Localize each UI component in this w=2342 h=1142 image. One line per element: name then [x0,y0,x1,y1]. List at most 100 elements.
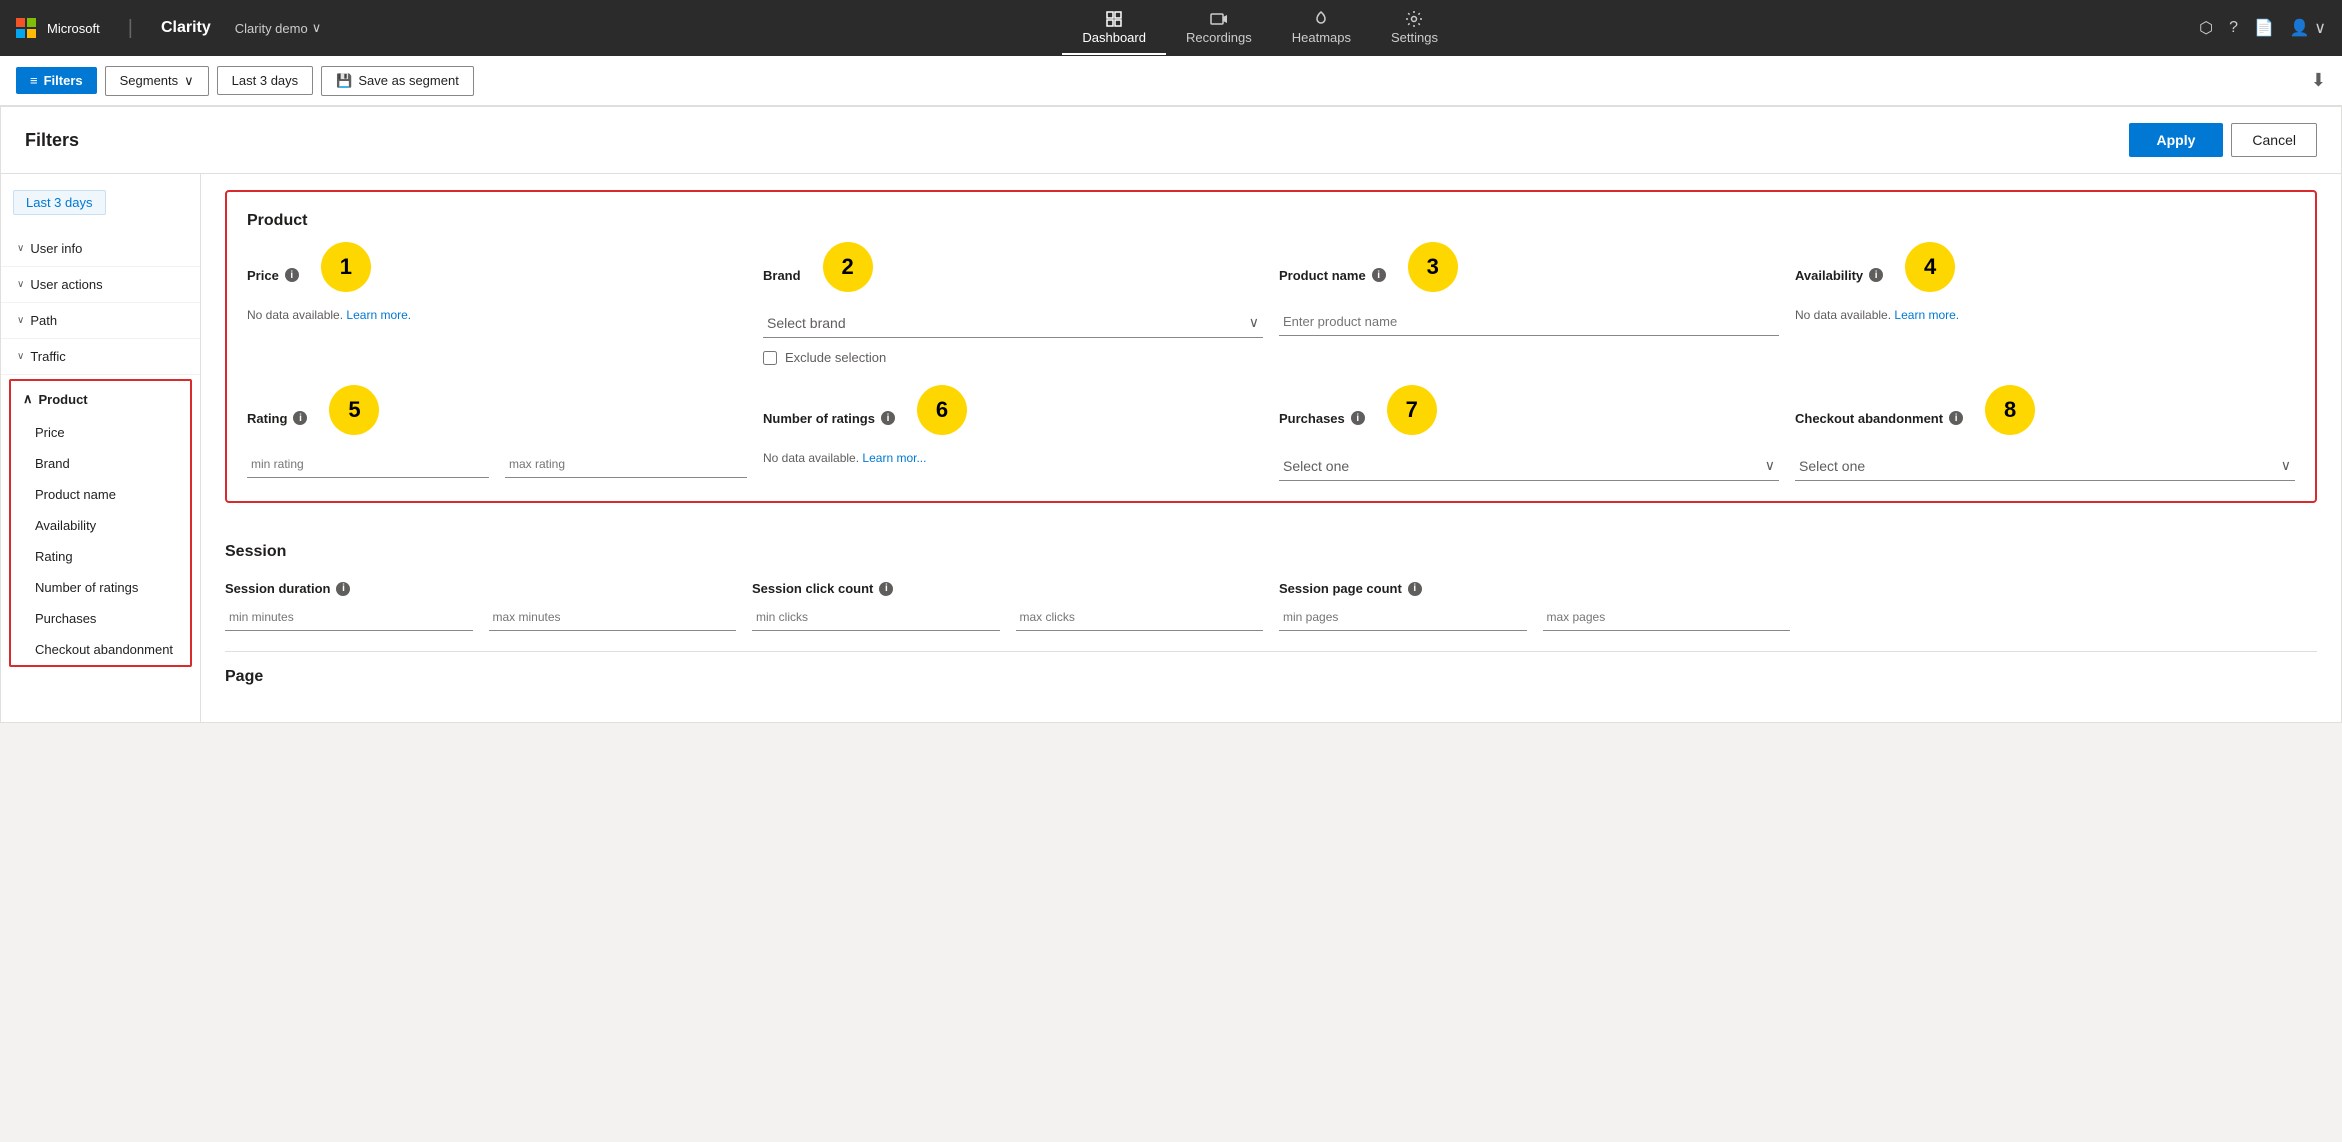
purchases-filter: Purchases i 7 Select one ∨ [1279,393,1779,481]
chevron-icon: ∨ [17,279,24,290]
number-of-ratings-no-data: No data available. Learn mor... [763,451,1263,465]
session-duration-max-input[interactable] [489,604,737,631]
availability-no-data: No data available. Learn more. [1795,308,2295,322]
price-info-icon[interactable]: i [285,268,299,282]
filters-main: Product Price i 1 No data available. Lea… [201,174,2341,722]
tab-dashboard[interactable]: Dashboard [1062,2,1166,55]
sidebar-item-brand[interactable]: Brand [11,448,190,479]
sidebar-item-rating[interactable]: Rating [11,541,190,572]
session-click-count-filter: Session click count i [752,581,1263,631]
chevron-icon: ∨ [17,315,24,326]
brand-filter: Brand 2 Select brand ∨ Exclude selection [763,250,1263,365]
date-badge[interactable]: Last 3 days [13,190,106,215]
filters-actions: Apply Cancel [2129,123,2317,157]
save-segment-button[interactable]: 💾 Save as segment [321,66,474,96]
number-of-ratings-filter: Number of ratings i 6 No data available.… [763,393,1263,481]
sidebar-item-path[interactable]: ∨ Path [1,303,200,338]
session-click-count-label: Session click count i [752,581,1263,596]
price-learn-more[interactable]: Learn more. [346,308,411,322]
sidebar-item-checkout-abandonment[interactable]: Checkout abandonment [11,634,190,665]
rating-filter: Rating i 5 [247,393,747,481]
session-page-range [1279,604,1790,631]
price-no-data: No data available. Learn more. [247,308,747,322]
product-name-label: Product name i 3 [1279,250,1779,300]
filters-sidebar: Last 3 days ∨ User info ∨ User actions ∨ [1,174,201,722]
profile-icon[interactable]: 👤 ∨ [2290,18,2326,38]
sidebar-item-purchases[interactable]: Purchases [11,603,190,634]
tab-recordings[interactable]: Recordings [1166,2,1272,55]
cancel-button[interactable]: Cancel [2231,123,2317,157]
brand-exclude-checkbox[interactable] [763,351,777,365]
rating-min-input[interactable] [247,451,489,478]
checkout-abandonment-info-icon[interactable]: i [1949,411,1963,425]
product-section-title: Product [247,212,2295,230]
availability-filter: Availability i 4 No data available. Lear… [1795,250,2295,365]
sidebar-item-user-info[interactable]: ∨ User info [1,231,200,266]
checkout-abandonment-filter: Checkout abandonment i 8 Select one ∨ [1795,393,2295,481]
rating-label: Rating i 5 [247,393,747,443]
filters-body: Last 3 days ∨ User info ∨ User actions ∨ [1,174,2341,722]
badge-3: 3 [1408,242,1458,292]
rating-max-input[interactable] [505,451,747,478]
product-name-input[interactable] [1279,308,1779,336]
number-of-ratings-info-icon[interactable]: i [881,411,895,425]
brand-chevron-icon: ∨ [1249,314,1259,331]
session-page-min-input[interactable] [1279,604,1527,631]
checkout-abandonment-select[interactable]: Select one ∨ [1795,451,2295,481]
session-click-max-input[interactable] [1016,604,1264,631]
session-section: Session Session duration i [225,523,2317,651]
sidebar-item-price[interactable]: Price [11,417,190,448]
badge-6: 6 [917,385,967,435]
microsoft-label: Microsoft [47,21,100,36]
download-button[interactable]: ⬇ [2311,70,2326,91]
session-section-title: Session [225,543,2317,561]
availability-learn-more[interactable]: Learn more. [1894,308,1959,322]
microsoft-logo: Microsoft [16,18,100,38]
price-filter: Price i 1 No data available. Learn more. [247,250,747,365]
session-duration-min-input[interactable] [225,604,473,631]
filters-button[interactable]: ≡ Filters [16,67,97,94]
share-icon[interactable]: ⬡ [2199,18,2213,38]
product-name-info-icon[interactable]: i [1372,268,1386,282]
tab-heatmaps[interactable]: Heatmaps [1272,2,1371,55]
demo-selector[interactable]: Clarity demo ∨ [235,20,321,36]
sidebar-item-product-name[interactable]: Product name [11,479,190,510]
sidebar-item-product[interactable]: ∧ Product [11,381,190,417]
brand-label: Brand 2 [763,250,1263,300]
badge-4: 4 [1905,242,1955,292]
filter-icon: ≡ [30,73,38,88]
checkout-abandonment-label: Checkout abandonment i 8 [1795,393,2295,443]
page-section: Page [225,651,2317,686]
purchases-info-icon[interactable]: i [1351,411,1365,425]
help-icon[interactable]: ? [2229,19,2238,37]
apply-button[interactable]: Apply [2129,123,2224,157]
rating-info-icon[interactable]: i [293,411,307,425]
sidebar-item-number-of-ratings[interactable]: Number of ratings [11,572,190,603]
segments-chevron: ∨ [184,73,194,89]
notes-icon[interactable]: 📄 [2254,18,2274,38]
session-duration-label: Session duration i [225,581,736,596]
session-click-min-input[interactable] [752,604,1000,631]
segments-button[interactable]: Segments ∨ [105,66,209,96]
checkout-chevron-icon: ∨ [2281,457,2291,474]
sidebar-item-user-actions[interactable]: ∨ User actions [1,267,200,302]
session-page-max-input[interactable] [1543,604,1791,631]
toolbar: ≡ Filters Segments ∨ Last 3 days 💾 Save … [0,56,2342,106]
purchases-select[interactable]: Select one ∨ [1279,451,1779,481]
nav-icons-right: ⬡ ? 📄 👤 ∨ [2199,18,2326,38]
session-page-count-info-icon[interactable]: i [1408,582,1422,596]
sidebar-group-user-info: ∨ User info [1,231,200,267]
price-label: Price i 1 [247,250,747,300]
number-of-ratings-learn-more[interactable]: Learn mor... [862,451,926,465]
session-click-count-info-icon[interactable]: i [879,582,893,596]
sidebar-item-availability[interactable]: Availability [11,510,190,541]
product-filter-grid-row2: Rating i 5 Number of ratings [247,393,2295,481]
tab-settings[interactable]: Settings [1371,2,1458,55]
clarity-brand: Clarity [161,19,211,37]
session-page-count-label: Session page count i [1279,581,1790,596]
sidebar-item-traffic[interactable]: ∨ Traffic [1,339,200,374]
date-button[interactable]: Last 3 days [217,66,314,95]
session-duration-info-icon[interactable]: i [336,582,350,596]
availability-info-icon[interactable]: i [1869,268,1883,282]
brand-select[interactable]: Select brand ∨ [763,308,1263,338]
